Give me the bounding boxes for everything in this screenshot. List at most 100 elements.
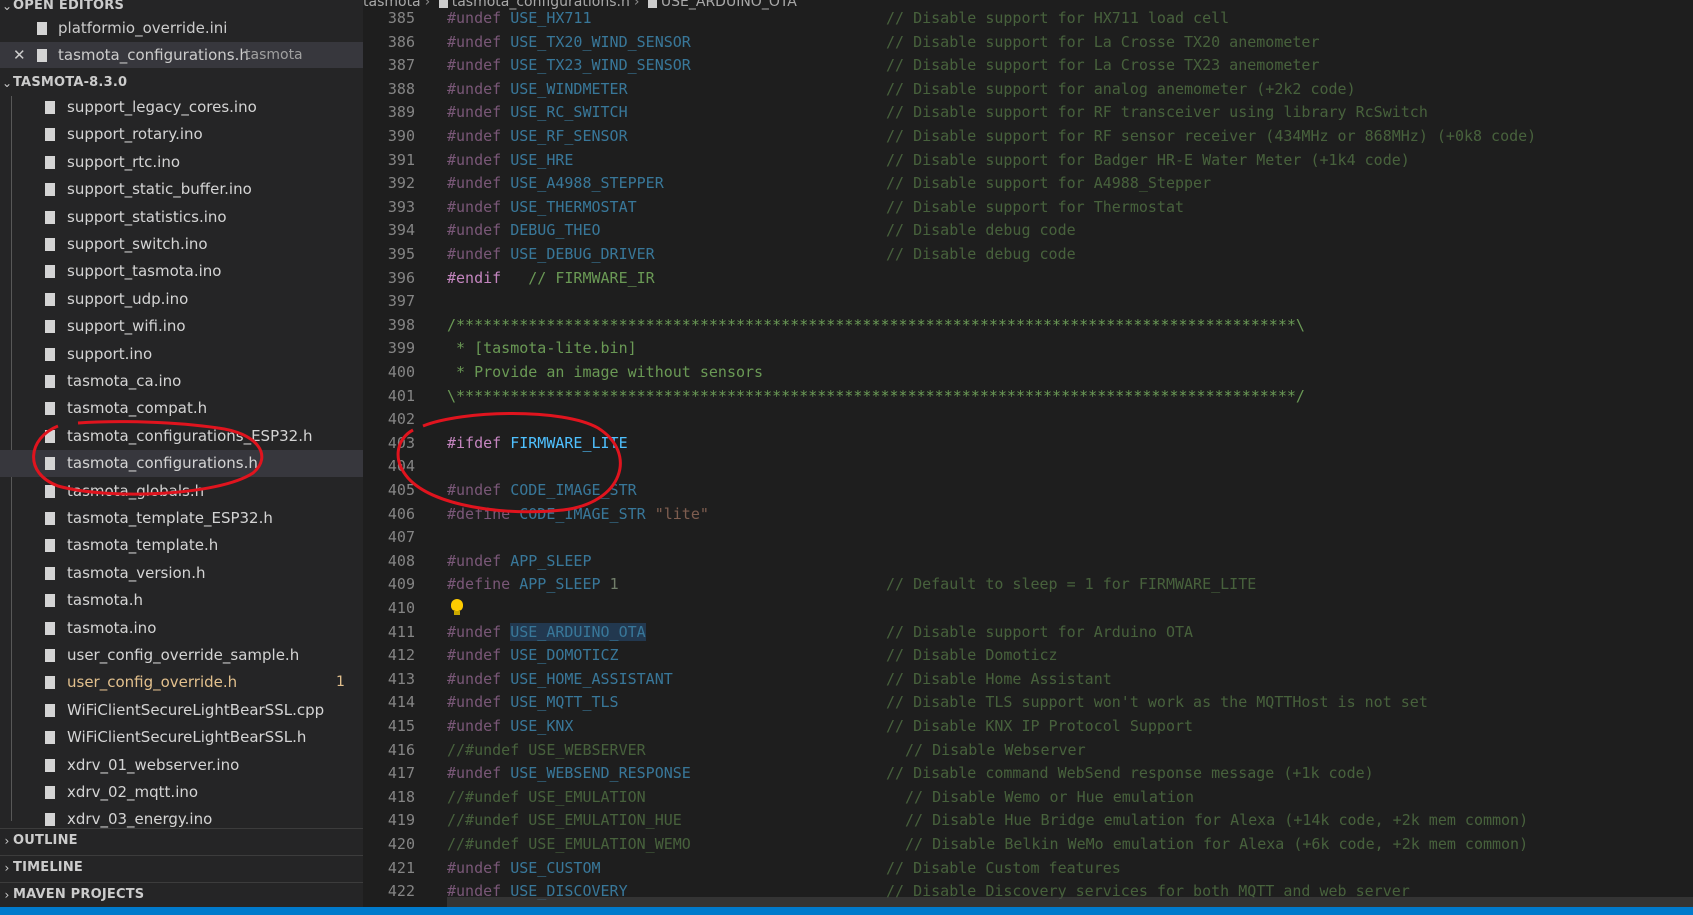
code-line[interactable]: 421 #undef USE_CUSTOM // Disable Custom fe…	[363, 856, 1693, 880]
code-line[interactable]: 397	[363, 289, 1693, 313]
preprocessor-directive: #undef	[447, 56, 502, 75]
file-tree-item[interactable]: xdrv_02_mqtt.ino	[0, 779, 363, 806]
code-text: #undef USE_MQTT_TLS	[447, 690, 619, 714]
file-tree-item[interactable]: support_statistics.ino	[0, 204, 363, 231]
code-text: #undef USE_RF_SENSOR	[447, 124, 628, 148]
line-comment: // Disable support for Thermostat	[886, 197, 1185, 216]
file-icon	[45, 183, 55, 197]
macro-name: USE_HOME_ASSISTANT	[510, 669, 673, 688]
code-line[interactable]: 389 #undef USE_RC_SWITCH // Disable suppor…	[363, 100, 1693, 124]
file-tree-label: support_switch.ino	[67, 235, 208, 253]
file-tree-item[interactable]: xdrv_01_webserver.ino	[0, 752, 363, 779]
code-line[interactable]: 410	[363, 596, 1693, 620]
code-line[interactable]: 412 #undef USE_DOMOTICZ // Disable Domotic…	[363, 643, 1693, 667]
timeline-header[interactable]: › TIMELINE	[0, 855, 363, 880]
file-tree-item[interactable]: tasmota_version.h	[0, 560, 363, 587]
code-line[interactable]: 409 #define APP_SLEEP 1 // Default to slee…	[363, 572, 1693, 596]
project-header[interactable]: ⌄ TASMOTA-8.3.0	[0, 71, 363, 95]
preprocessor-directive: #undef	[447, 150, 502, 169]
file-icon	[45, 703, 55, 717]
code-line[interactable]: 396 #endif // FIRMWARE_IR	[363, 266, 1693, 290]
code-line[interactable]: 394 #undef DEBUG_THEO // Disable debug cod…	[363, 218, 1693, 242]
red-annotation-circle-sidebar	[32, 420, 264, 496]
code-line[interactable]: 387 #undef USE_TX23_WIND_SENSOR // Disable…	[363, 53, 1693, 77]
file-icon	[37, 22, 47, 35]
code-line[interactable]: 400 * Provide an image without sensors	[363, 360, 1693, 384]
code-text: #undef USE_DEBUG_DRIVER	[447, 242, 655, 266]
code-line[interactable]: 390 #undef USE_RF_SENSOR // Disable suppor…	[363, 124, 1693, 148]
code-editor[interactable]: tasmota › tasmota_configurations.h › USE_A…	[363, 0, 1693, 915]
file-tree-label: tasmota_ca.ino	[67, 372, 182, 390]
file-tree-item[interactable]: WiFiClientSecureLightBearSSL.cpp	[0, 697, 363, 724]
preprocessor-directive: #undef	[447, 221, 502, 240]
code-line[interactable]: 415 #undef USE_KNX // Disable KNX IP Proto…	[363, 714, 1693, 738]
code-line[interactable]: 386 #undef USE_TX20_WIND_SENSOR // Disable…	[363, 30, 1693, 54]
file-icon	[45, 347, 55, 361]
file-tree-item[interactable]: support_switch.ino	[0, 231, 363, 258]
file-tree-item[interactable]: support_tasmota.ino	[0, 258, 363, 285]
line-comment: // Disable support for A4988_Stepper	[886, 174, 1212, 193]
file-tree-item[interactable]: support_rtc.ino	[0, 149, 363, 176]
file-tree-item[interactable]: support_legacy_cores.ino	[0, 94, 363, 121]
code-line[interactable]: 408 #undef APP_SLEEP	[363, 549, 1693, 573]
code-line[interactable]: 398 /************************************…	[363, 313, 1693, 337]
code-line[interactable]: 391 #undef USE_HRE // Disable support for …	[363, 148, 1693, 172]
file-tree-item[interactable]: WiFiClientSecureLightBearSSL.h	[0, 724, 363, 751]
file-tree-item[interactable]: support_wifi.ino	[0, 313, 363, 340]
file-tree-item[interactable]: support.ino	[0, 341, 363, 368]
file-tree-item[interactable]: support_udp.ino	[0, 286, 363, 313]
macro-name: USE_EMULATION_WEMO	[528, 835, 691, 853]
file-tree-item[interactable]: user_config_override.h 1	[0, 669, 363, 696]
lightbulb-icon[interactable]	[451, 599, 463, 615]
preprocessor-directive: #undef	[447, 858, 502, 877]
code-line[interactable]: 399 * [tasmota-lite.bin]	[363, 336, 1693, 360]
open-editor-item[interactable]: platformio_override.ini	[0, 15, 363, 41]
file-icon	[45, 649, 55, 662]
code-line[interactable]: 414 #undef USE_MQTT_TLS // Disable TLS sup…	[363, 690, 1693, 714]
file-tree-item[interactable]: tasmota_template_ESP32.h	[0, 505, 363, 532]
file-tree-label: support_rotary.ino	[67, 125, 203, 144]
code-line[interactable]: 417 #undef USE_WEBSEND_RESPONSE // Disable…	[363, 761, 1693, 785]
macro-name: USE_WINDMETER	[510, 79, 628, 98]
code-line[interactable]: 413 #undef USE_HOME_ASSISTANT // Disable H…	[363, 667, 1693, 691]
code-line[interactable]: 393 #undef USE_THERMOSTAT // Disable suppo…	[363, 195, 1693, 219]
code-line[interactable]: 420 //#undef USE_EMULATION_WEMO // Disable…	[363, 832, 1693, 856]
file-tree-item[interactable]: tasmota.ino	[0, 615, 363, 642]
macro-name: USE_DEBUG_DRIVER	[510, 245, 655, 263]
horizontal-scrollbar[interactable]	[447, 897, 1693, 907]
code-line[interactable]: 392 #undef USE_A4988_STEPPER // Disable su…	[363, 171, 1693, 195]
close-icon[interactable]: ✕	[13, 42, 26, 68]
preprocessor-directive: #undef	[447, 103, 502, 122]
file-tree-item[interactable]: tasmota_ca.ino	[0, 368, 363, 395]
maven-projects-header[interactable]: › MAVEN PROJECTS	[0, 882, 363, 907]
code-line[interactable]: 416 //#undef USE_WEBSERVER // Disable Webs…	[363, 738, 1693, 762]
file-icon	[45, 402, 55, 416]
open-editor-item[interactable]: ✕ tasmota_configurations.h tasmota	[0, 42, 363, 68]
code-line[interactable]: 401 \************************************…	[363, 384, 1693, 408]
open-editor-label: platformio_override.ini	[58, 19, 228, 37]
code-line[interactable]: 407	[363, 525, 1693, 549]
file-tree-item[interactable]: user_config_override_sample.h	[0, 642, 363, 669]
preprocessor-directive: #undef	[447, 622, 502, 641]
line-number: 409	[387, 575, 415, 594]
file-tree-item[interactable]: tasmota.h	[0, 587, 363, 614]
code-line[interactable]: 395 #undef USE_DEBUG_DRIVER // Disable deb…	[363, 242, 1693, 266]
code-line[interactable]: 419 //#undef USE_EMULATION_HUE // Disable …	[363, 808, 1693, 832]
code-line[interactable]: 385 #undef USE_HX711 // Disable support fo…	[363, 6, 1693, 30]
code-line[interactable]: 411 #undef USE_ARDUINO_OTA // Disable supp…	[363, 620, 1693, 644]
file-tree-item[interactable]: support_rotary.ino	[0, 121, 363, 148]
code-line[interactable]: 418 //#undef USE_EMULATION // Disable Wemo…	[363, 785, 1693, 809]
macro-name: USE_RF_SENSOR	[510, 127, 628, 145]
code-text: #undef USE_WINDMETER	[447, 77, 628, 101]
outline-header[interactable]: › OUTLINE	[0, 828, 363, 853]
preprocessor-directive: #undef	[447, 669, 502, 688]
file-tree-item[interactable]: tasmota_template.h	[0, 532, 363, 559]
code-text: /***************************************…	[447, 313, 1305, 337]
preprocessor-directive: //#undef	[447, 811, 520, 830]
file-icon	[45, 128, 55, 142]
file-tree-item[interactable]: support_static_buffer.ino	[0, 176, 363, 203]
preprocessor-directive: #undef	[447, 717, 502, 735]
line-comment: // Disable Domoticz	[886, 646, 1058, 665]
code-line[interactable]: 388 #undef USE_WINDMETER // Disable suppor…	[363, 77, 1693, 101]
line-number: 396	[387, 268, 415, 287]
